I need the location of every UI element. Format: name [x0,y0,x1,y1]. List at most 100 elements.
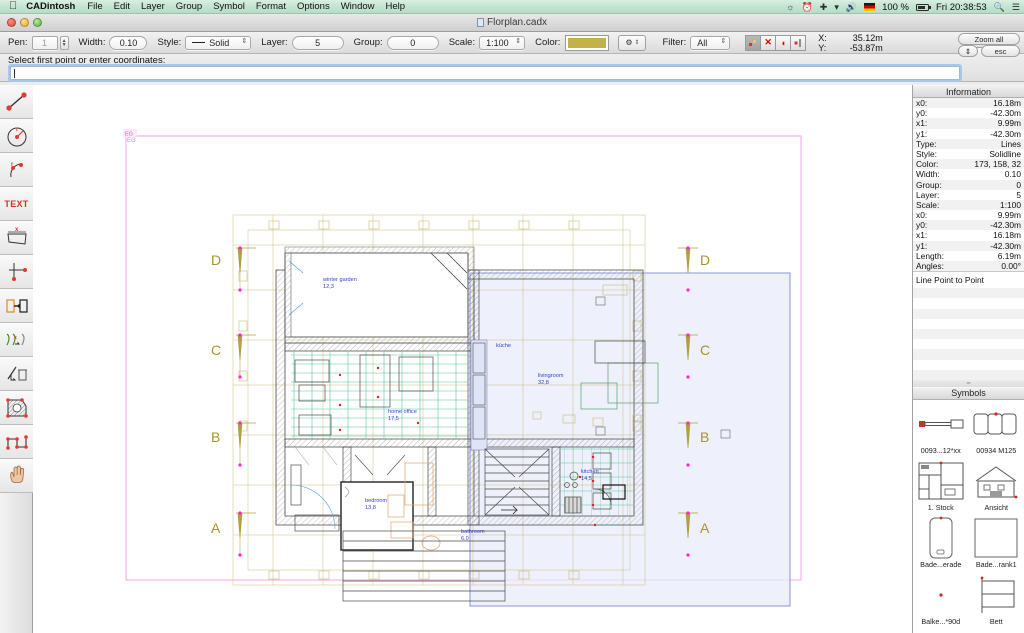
scale-popup[interactable]: 1:100 [479,36,525,50]
arc-tool[interactable]: r [0,153,33,187]
menu-clock[interactable]: Fri 20:38:53 [936,2,987,13]
pan-tool[interactable] [0,459,33,493]
beam-symbol [914,573,968,617]
pen-field[interactable]: 1 [32,36,58,50]
style-value: Solid [209,38,229,48]
elevation-symbol [970,459,1024,503]
polyline-tool[interactable] [0,425,33,459]
info-row-key: x0: [916,210,927,220]
coord-y-label: Y: [818,43,827,53]
info-row: y0:-42.30m [913,108,1024,118]
pen-label: Pen: [8,37,28,48]
info-row-key: Length: [916,251,944,261]
airdrop-icon[interactable]: ✚ [820,3,828,12]
battery-icon[interactable] [916,4,929,11]
info-row-key: x0: [916,98,927,108]
snap-endpoint-icon[interactable] [790,35,806,51]
window-title-text: Florplan.cadx [487,17,547,28]
menu-edit[interactable]: Edit [114,1,130,12]
info-row-value: -42.30m [990,108,1021,118]
filter-popup[interactable]: All [690,36,730,50]
panel-resize-grip[interactable]: ━ [913,380,1024,387]
text-tool[interactable]: TEXT [0,187,33,221]
information-panel-title: Information [913,85,1024,98]
trim-delete-tool[interactable] [0,357,33,391]
menu-app-name[interactable]: CADintosh [26,1,75,12]
window-symbol [970,402,1024,446]
axis-label-d: D [211,252,221,268]
menu-layer[interactable]: Layer [141,1,165,12]
notification-center-icon[interactable]: ☰ [1012,3,1020,12]
info-row: Group:0 [913,180,1024,190]
snap-point-icon[interactable] [745,35,761,51]
flag-de-icon[interactable] [864,3,875,11]
time-machine-icon[interactable]: ⏰ [802,3,813,12]
zoom-stepper[interactable]: ⇕ [958,45,978,57]
wifi-icon[interactable]: ▾ [834,3,839,12]
gear-icon: ⚙ [625,38,632,47]
bluetooth-icon[interactable]: ☼ [786,3,794,12]
symbol-item[interactable]: Bett [969,571,1024,628]
pen-stepper[interactable]: ▲▼ [60,36,69,50]
symbol-item[interactable] [969,628,1024,633]
apple-menu-icon[interactable]:  [9,1,17,12]
mirror-tool[interactable] [0,289,33,323]
group-field[interactable]: 0 [387,36,439,50]
symbol-item[interactable]: 0093...12*xx [913,400,969,457]
symbol-item[interactable]: 1. Stock [913,457,969,514]
menu-file[interactable]: File [87,1,102,12]
menu-help[interactable]: Help [386,1,406,12]
width-field[interactable]: 0.10 [109,36,147,50]
hatch-tool[interactable] [0,391,33,425]
color-swatch[interactable] [566,36,608,50]
dimension-tool[interactable]: x [0,221,33,255]
symbol-item[interactable]: Bade...rank1 [969,514,1024,571]
info-blank-stripe [913,329,1024,339]
circle-radius-tool[interactable]: r [0,119,33,153]
window-title-bar[interactable]: Florplan.cadx [0,14,1024,32]
copy-move-tool[interactable]: x [0,323,33,357]
info-row-key: Group: [916,180,942,190]
svg-text:x: x [14,335,17,341]
symbol-item[interactable] [913,628,969,633]
symbol-item[interactable]: Ansicht [969,457,1024,514]
snap-arc-center-icon[interactable]: ◖ [775,35,791,51]
svg-text:C: C [700,342,710,358]
drawing-canvas[interactable]: EG EG [33,85,912,633]
symbol-item[interactable]: 00934 M125 [969,400,1024,457]
settings-gear-button[interactable]: ⚙ ⇕ [618,35,646,51]
spotlight-search-icon[interactable]: 🔍 [994,3,1005,12]
menu-group[interactable]: Group [176,1,202,12]
coordinate-input[interactable] [10,66,960,80]
group-label: Group: [354,37,383,48]
snap-intersection-icon[interactable]: ✕ [760,35,776,51]
symbol-item[interactable]: Bade...erade [913,514,969,571]
style-popup[interactable]: Solid [185,36,251,50]
menu-window[interactable]: Window [341,1,375,12]
axis-tool[interactable] [0,255,33,289]
solid-line-icon [192,42,205,43]
mac-menu-bar:  CADintosh File Edit Layer Group Symbol… [0,0,1024,14]
line-tool[interactable] [0,85,33,119]
info-row: y1:-42.30m [913,129,1024,139]
symbols-panel-title: Symbols [913,387,1024,400]
info-row: y0:-42.30m [913,220,1024,230]
symbols-panel[interactable]: 0093...12*xx00934 M1251. StockAnsichtBad… [913,400,1024,633]
info-row-key: Layer: [916,190,939,200]
volume-icon[interactable]: 🔊 [846,3,857,12]
information-blank-area [913,288,1024,380]
info-row-key: y0: [916,220,927,230]
menu-options[interactable]: Options [297,1,330,12]
info-row-value: Lines [1001,139,1021,149]
info-row: x1:9.99m [913,118,1024,128]
menu-format[interactable]: Format [256,1,286,12]
info-row-value: 16.18m [993,230,1021,240]
menu-symbol[interactable]: Symbol [213,1,245,12]
hand-icon [5,464,29,488]
svg-text:32,8: 32,8 [538,380,549,386]
symbol-item[interactable]: Balke...*90d [913,571,969,628]
zoom-all-button[interactable]: Zoom all [958,33,1020,45]
esc-button[interactable]: esc [981,45,1020,57]
layer-field[interactable]: 5 [292,36,344,50]
info-row: x0:9.99m [913,210,1024,220]
